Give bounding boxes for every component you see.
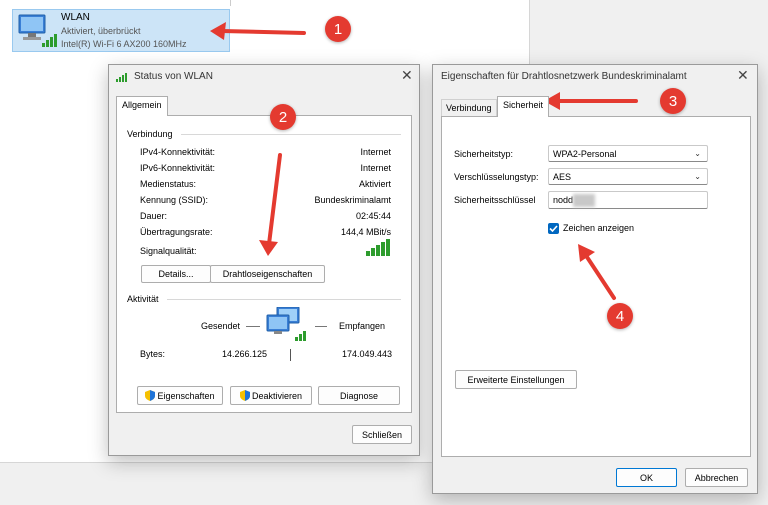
received-label: Empfangen <box>339 321 386 331</box>
ipv6-value: Internet <box>360 163 391 173</box>
wlan-status: Aktiviert, überbrückt <box>61 26 141 36</box>
properties-button-label: Eigenschaften <box>157 390 215 401</box>
divider <box>167 299 401 300</box>
uac-shield-icon <box>239 390 250 401</box>
key-blur-mask <box>573 194 595 207</box>
security-type-label: Sicherheitstyp: <box>454 149 514 159</box>
tab-allgemein[interactable]: Allgemein <box>116 96 168 116</box>
duration-label: Dauer: <box>140 211 168 221</box>
annotation-badge-3: 3 <box>660 88 686 114</box>
bytes-separator <box>290 349 291 361</box>
network-computers-icon <box>266 307 306 341</box>
security-key-input[interactable]: nodd <box>548 191 708 209</box>
bytes-received: 174.049.443 <box>341 349 392 359</box>
checkbox-checked-icon <box>549 225 558 233</box>
ipv6-label: IPv6-Konnektivität: <box>140 163 216 173</box>
signal-quality-label: Signalqualität: <box>140 246 197 256</box>
properties-button[interactable]: Eigenschaften <box>137 386 223 405</box>
annotation-badge-1: 1 <box>325 16 351 42</box>
encryption-label: Verschlüsselungstyp: <box>454 172 539 182</box>
media-status-label: Medienstatus: <box>140 179 197 189</box>
ssid-value: Bundeskriminalamt <box>314 195 391 205</box>
ipv4-value: Internet <box>360 147 391 157</box>
encryption-select[interactable]: AES ⌄ <box>548 168 708 185</box>
bytes-label: Bytes: <box>140 349 166 359</box>
speed-value: 144,4 MBit/s <box>340 227 391 237</box>
close-icon[interactable]: ✕ <box>401 68 413 84</box>
wlan-name: WLAN <box>61 12 90 23</box>
general-panel: Verbindung IPv4-Konnektivität: Internet … <box>116 115 412 413</box>
diagnose-button[interactable]: Diagnose <box>318 386 400 405</box>
cancel-button[interactable]: Abbrechen <box>685 468 748 487</box>
sent-label: Gesendet <box>201 321 241 331</box>
chevron-down-icon: ⌄ <box>694 172 701 181</box>
show-characters-label[interactable]: Zeichen anzeigen <box>563 223 634 233</box>
media-status-value: Aktiviert <box>358 179 391 189</box>
uac-shield-icon <box>145 390 156 401</box>
wireless-properties-dialog: Eigenschaften für Drahtlosnetzwerk Bunde… <box>432 64 758 494</box>
ipv4-label: IPv4-Konnektivität: <box>140 147 216 157</box>
deactivate-button[interactable]: Deaktivieren <box>230 386 312 405</box>
section-connection: Verbindung <box>127 129 173 139</box>
encryption-value: AES <box>553 171 572 182</box>
wlan-status-dialog: Status von WLAN ✕ Allgemein Verbindung I… <box>108 64 420 456</box>
received-line <box>315 326 327 327</box>
speed-label: Übertragungsrate: <box>140 227 213 237</box>
close-button[interactable]: Schließen <box>352 425 412 444</box>
bytes-sent: 14.266.125 <box>221 349 267 359</box>
sent-line <box>246 326 260 327</box>
dialog-title: Status von WLAN <box>134 71 213 82</box>
security-panel: Sicherheitstyp: WPA2-Personal ⌄ Verschlü… <box>441 116 751 457</box>
chevron-down-icon: ⌄ <box>694 149 701 158</box>
divider <box>181 134 401 135</box>
security-type-value: WPA2-Personal <box>553 148 617 159</box>
wlan-adapter-item[interactable]: WLAN Aktiviert, überbrückt Intel(R) Wi-F… <box>12 9 230 52</box>
network-adapter-icon <box>18 14 57 47</box>
wlan-adapter-name: Intel(R) Wi-Fi 6 AX200 160MHz <box>61 39 187 49</box>
advanced-settings-button[interactable]: Erweiterte Einstellungen <box>455 370 577 389</box>
tab-sicherheit[interactable]: Sicherheit <box>497 96 550 117</box>
ssid-label: Kennung (SSID): <box>140 195 209 205</box>
duration-value: 02:45:44 <box>355 211 391 221</box>
show-characters-checkbox[interactable] <box>548 223 559 234</box>
window-divider <box>230 0 231 6</box>
section-activity: Aktivität <box>127 294 159 304</box>
ok-button[interactable]: OK <box>616 468 677 487</box>
security-type-select[interactable]: WPA2-Personal ⌄ <box>548 145 708 162</box>
security-key-label: Sicherheitsschlüssel <box>454 195 536 205</box>
annotation-badge-4: 4 <box>607 303 633 329</box>
security-key-value: nodd <box>553 195 574 205</box>
annotation-badge-2: 2 <box>270 104 296 130</box>
wireless-properties-button[interactable]: Drahtloseigenschaften <box>210 265 325 283</box>
signal-bars-icon <box>366 239 390 256</box>
dialog-title: Eigenschaften für Drahtlosnetzwerk Bunde… <box>441 71 687 82</box>
deactivate-button-label: Deaktivieren <box>251 390 303 401</box>
details-button[interactable]: Details... <box>141 265 211 283</box>
close-icon[interactable]: ✕ <box>737 68 749 84</box>
tab-verbindung[interactable]: Verbindung <box>441 99 497 117</box>
signal-bars-icon <box>116 73 127 82</box>
